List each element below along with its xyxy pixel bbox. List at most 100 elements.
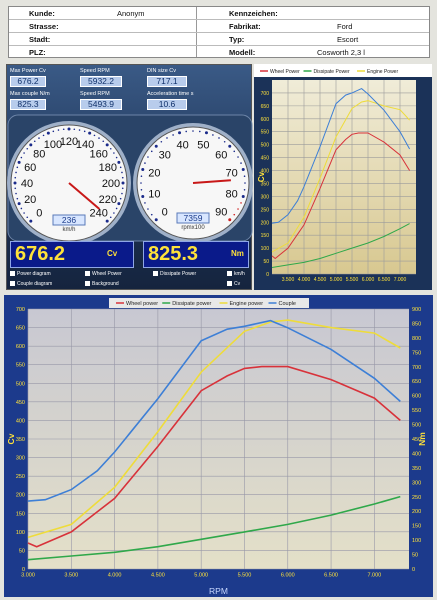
speedo-tick [109,216,112,219]
y-right-axis-label: Nm [417,432,427,446]
kennzeichen-label: Kennzeichen: [229,9,278,18]
tacho-tick-label: 70 [226,168,238,180]
tacho-tick [240,202,242,204]
tacho-tick [243,188,246,191]
y-axis-label: Cv [257,171,266,182]
tacho-tick [237,208,239,210]
y-right-tick-label: 300 [412,480,421,486]
tacho-tick [154,218,158,222]
tacho-tick [144,202,146,204]
y-tick-label: 650 [16,326,25,332]
y-right-tick-label: 0 [412,567,415,573]
fabrikat-label: Fabrikat: [229,22,261,31]
y-right-tick-label: 700 [412,365,421,371]
tacho-tick-label: 10 [148,188,160,200]
x-tick-label: 4.500 [314,277,327,283]
speedo-tick [17,160,21,164]
power-diagram-checkbox[interactable]: Power diagram [10,271,51,277]
x-tick-label: 4.000 [298,277,311,283]
y-tick-label: 450 [261,156,270,162]
tacho-tick [144,162,146,164]
speedo-tick [83,130,86,133]
background-checkbox[interactable]: Background [85,281,119,287]
speedo-tick [20,156,23,159]
kmh-checkbox[interactable]: km/h [227,271,245,277]
speedo-tick [16,197,19,200]
speedo-tick-label: 40 [21,178,33,190]
y-tick-label: 500 [16,381,25,387]
tacho-tick [147,156,149,158]
cv-checkbox[interactable]: Cv [227,281,240,287]
y-right-tick-label: 250 [412,495,421,501]
speedo-tick [38,137,40,139]
couple-diagram-checkbox[interactable]: Couple diagram [10,281,52,287]
y-tick-label: 700 [261,91,270,97]
legend-label: Dissipate Power [314,69,350,75]
speedo-tick [29,219,33,223]
tacho-tick [185,130,188,133]
speedo-tick [14,187,17,190]
x-tick-label: 6.000 [281,573,295,579]
speedo-tick [52,130,55,133]
y-right-tick-label: 350 [412,466,421,472]
legend-label: Dissipate power [172,301,211,307]
y-tick-label: 200 [261,220,270,226]
speedo-tick [102,140,105,143]
y-tick-label: 450 [16,400,25,406]
din-size-label: DIN size Cv [147,68,177,74]
speedo-tick [73,128,76,131]
speedo-tick [26,147,29,150]
speed-rpm-box: 5932.2 [80,76,122,87]
speedo-tick-label: 20 [24,194,36,206]
y-tick-label: 350 [16,437,25,443]
plz-label: PLZ: [29,48,46,57]
wheel-power-checkbox[interactable]: Wheel Power [85,271,122,277]
tacho-tick-label: 80 [226,188,238,200]
fabrikat-value: Ford [337,22,353,31]
tacho-tick-label: 0 [162,206,168,218]
tacho-tick [212,134,214,136]
x-tick-label: 7.000 [367,573,381,579]
x-tick-label: 3.500 [282,277,295,283]
speedo-tick [23,212,25,214]
speedo-tick [93,134,96,137]
gauge-panel: 020406080100120140160180200220240236km/h… [7,114,253,243]
y-tick-label: 300 [261,194,270,200]
speedo-value: 236 [62,215,76,225]
speedo-tick [14,176,17,179]
y-right-tick-label: 100 [412,538,421,544]
legend-label: Couple [279,301,296,307]
legend-label: Wheel Power [270,69,300,75]
tacho-tick [140,182,142,184]
y-tick-label: 150 [16,511,25,517]
speedo-tick [23,152,25,154]
tacho-tick [218,137,220,139]
tacho-tick [160,140,163,143]
tacho-tick [150,213,153,216]
x-tick-label: 6.500 [378,277,391,283]
max-couple-box: 825.3 [10,99,46,110]
y-right-tick-label: 200 [412,509,421,515]
x-tick-label: 5.000 [330,277,343,283]
speedo-tick [16,166,19,169]
speedo-tick [117,202,121,206]
speedo-tick [26,216,29,219]
plot-area [272,80,416,274]
modell-label: Modell: [229,48,256,57]
din-size-box: 717.1 [147,76,187,87]
tacho-tick [178,131,182,135]
tacho-tick [233,213,236,216]
kunde-value: Anonym [117,9,145,18]
speedo-tick [88,131,92,135]
speedo-tick [98,137,100,139]
speedo-tick [119,166,122,169]
speedo-tick [121,176,124,179]
speedo-tick-label: 180 [99,162,117,174]
speedo-tick [46,131,50,135]
dissipate-power-checkbox[interactable]: Dissipate Power [153,271,196,277]
speedo-tick [15,192,17,195]
tacho-tick [237,156,239,158]
y-right-tick-label: 400 [412,451,421,457]
speedo-tick-label: 60 [24,162,36,174]
speedo-tick [105,143,109,147]
